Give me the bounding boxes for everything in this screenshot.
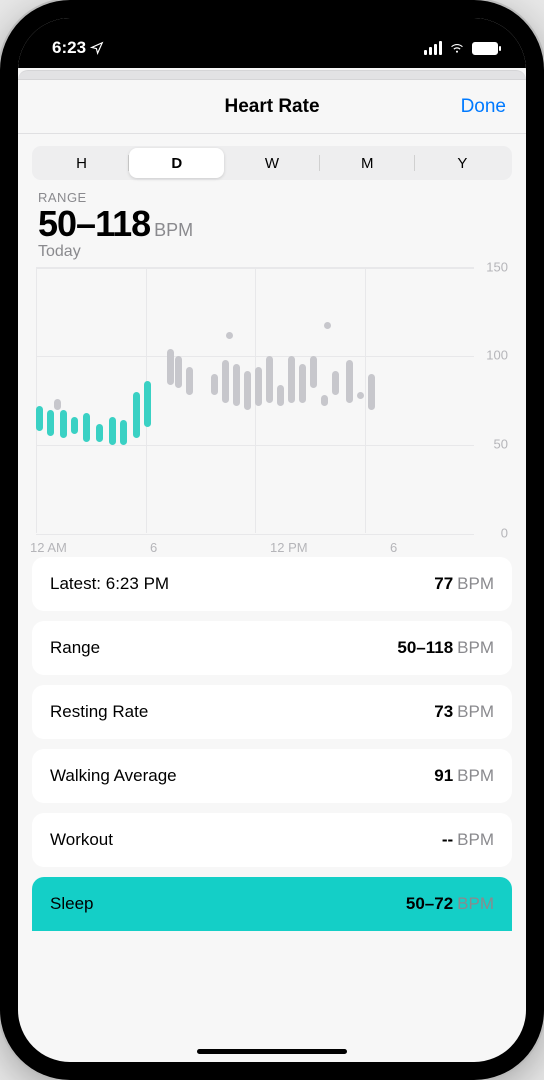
card-label: Walking Average (50, 766, 177, 786)
segment-d[interactable]: D (129, 148, 224, 178)
sleep-card-unit: BPM (457, 894, 494, 913)
y-axis-tick: 0 (501, 525, 508, 540)
chart-bar (277, 385, 284, 406)
chart-bar (222, 360, 229, 403)
heart-rate-chart[interactable]: 050100150 12 AM612 PM6 (32, 267, 512, 557)
chart-bar (299, 364, 306, 403)
summary-cards: Latest: 6:23 PM77BPMRange50–118BPMRestin… (32, 557, 512, 867)
cellular-signal-icon (424, 41, 442, 55)
card-value: 91 (434, 766, 453, 785)
card-value: 50–118 (397, 638, 453, 657)
y-axis-tick: 150 (486, 259, 508, 274)
card-label: Range (50, 638, 100, 658)
segment-y[interactable]: Y (415, 148, 510, 178)
modal-grip[interactable] (18, 70, 526, 80)
summary-card[interactable]: Latest: 6:23 PM 77BPM (32, 557, 512, 611)
phone-frame: 6:23 Heart Rate Done HDWMY RANGE 50–118B… (0, 0, 544, 1080)
chart-bar (321, 395, 328, 406)
chart-bar (133, 392, 140, 438)
summary-card[interactable]: Resting Rate 73BPM (32, 685, 512, 739)
location-arrow-icon (90, 41, 104, 55)
chart-bar (109, 417, 116, 445)
card-value: -- (442, 830, 453, 849)
chart-bar (47, 410, 54, 437)
chart-bar (310, 356, 317, 388)
range-value: 50–118 (38, 203, 150, 244)
x-axis-tick: 12 AM (30, 540, 67, 555)
y-axis-tick: 100 (486, 348, 508, 363)
card-label: Resting Rate (50, 702, 148, 722)
summary-card[interactable]: Walking Average 91BPM (32, 749, 512, 803)
x-axis-tick: 12 PM (270, 540, 308, 555)
chart-bar (346, 360, 353, 403)
chart-bar (167, 349, 174, 384)
notch (167, 18, 377, 48)
chart-bar (36, 406, 43, 431)
chart-bar (368, 374, 375, 409)
chart-bar (211, 374, 218, 395)
chart-bar (357, 392, 364, 399)
range-period: Today (38, 243, 506, 261)
status-time: 6:23 (52, 38, 86, 58)
card-unit: BPM (457, 830, 494, 849)
chart-bar (96, 424, 103, 442)
x-axis-tick: 6 (150, 540, 157, 555)
card-unit: BPM (457, 702, 494, 721)
sleep-card[interactable]: Sleep 50–72BPM (32, 877, 512, 931)
chart-bar (266, 356, 273, 402)
summary-card[interactable]: Range 50–118BPM (32, 621, 512, 675)
y-axis-tick: 50 (494, 437, 508, 452)
x-axis-tick: 6 (390, 540, 397, 555)
chart-bar (71, 417, 78, 435)
chart-bar (186, 367, 193, 395)
card-value: 73 (434, 702, 453, 721)
page-title: Heart Rate (224, 96, 319, 118)
battery-icon (472, 42, 498, 55)
chart-bar (244, 371, 251, 410)
nav-bar: Heart Rate Done (18, 80, 526, 134)
chart-outlier-dot (226, 332, 233, 339)
chart-bar (83, 413, 90, 441)
timeframe-segmented-control[interactable]: HDWMY (32, 146, 512, 180)
sleep-card-value: 50–72 (406, 894, 453, 913)
segment-w[interactable]: W (224, 148, 319, 178)
chart-bar (255, 367, 262, 406)
chart-bar (288, 356, 295, 402)
wifi-icon (448, 41, 466, 55)
chart-bar (60, 410, 67, 438)
chart-bar (233, 364, 240, 407)
chart-outlier-dot (324, 322, 331, 329)
chart-bar (120, 420, 127, 445)
card-unit: BPM (457, 766, 494, 785)
screen: 6:23 Heart Rate Done HDWMY RANGE 50–118B… (18, 18, 526, 1062)
chart-bar (144, 381, 151, 427)
segment-h[interactable]: H (34, 148, 129, 178)
card-unit: BPM (457, 574, 494, 593)
card-label: Workout (50, 830, 113, 850)
segment-m[interactable]: M (320, 148, 415, 178)
summary-card[interactable]: Workout --BPM (32, 813, 512, 867)
card-label: Latest: 6:23 PM (50, 574, 169, 594)
card-unit: BPM (457, 638, 494, 657)
chart-bar (175, 356, 182, 388)
range-unit: BPM (154, 220, 193, 240)
chart-bar (332, 371, 339, 396)
sleep-card-label: Sleep (50, 894, 93, 914)
chart-bar (54, 399, 61, 410)
home-indicator[interactable] (197, 1049, 347, 1054)
done-button[interactable]: Done (461, 96, 506, 118)
card-value: 77 (434, 574, 453, 593)
